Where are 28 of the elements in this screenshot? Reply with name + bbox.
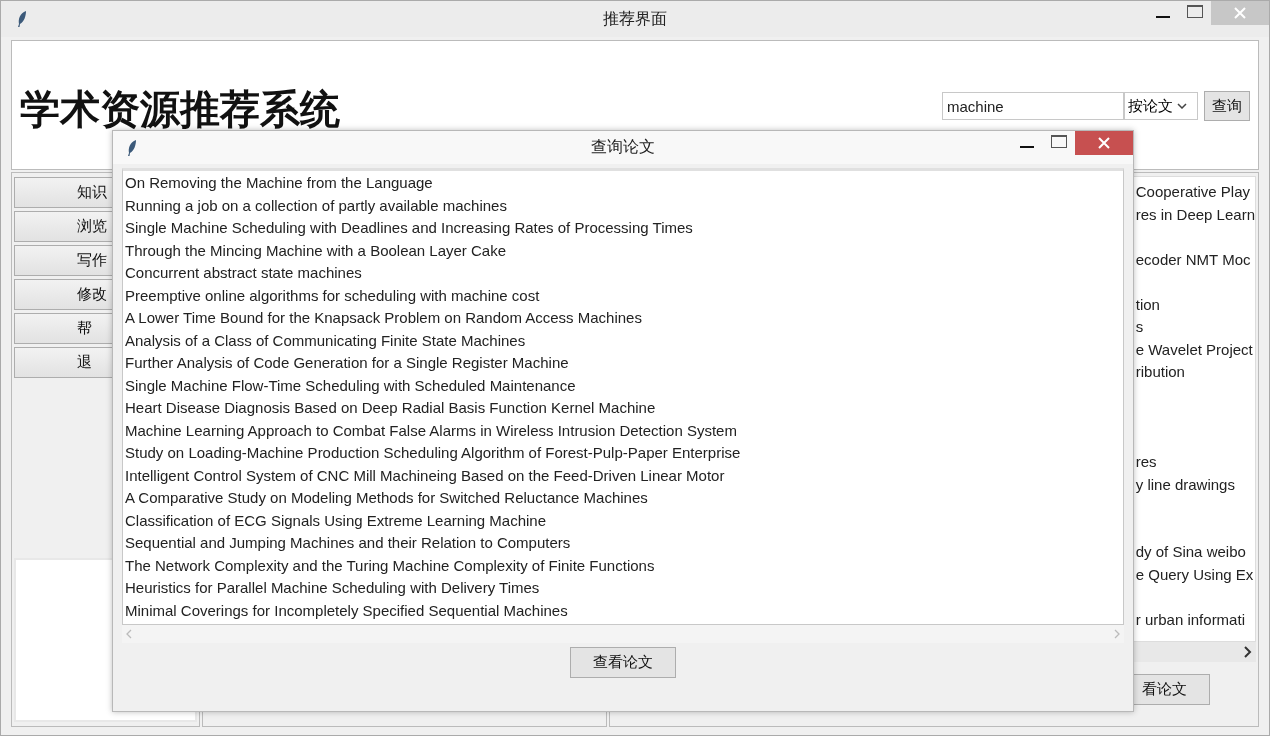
- list-item[interactable]: Intelligent Control System of CNC Mill Machineing Based on the Feed-Driven Linear Motor: [123, 464, 1123, 487]
- window-title: 推荐界面: [603, 8, 667, 29]
- list-item[interactable]: Classification of ECG Signals Using Extreme Learning Machine: [123, 509, 1123, 532]
- close-icon: [1098, 137, 1110, 149]
- list-item[interactable]: Minimal Coverings for Incompletely Specified Sequential Machines: [123, 599, 1123, 622]
- search-field[interactable]: machine: [942, 92, 1124, 120]
- list-item[interactable]: The Network Complexity and the Turing Machine Complexity of Finite Functions: [123, 554, 1123, 577]
- minimize-icon: [1156, 16, 1170, 18]
- list-item[interactable]: Heuristics for Parallel Machine Scheduling with Delivery Times: [123, 577, 1123, 600]
- close-icon: [1234, 7, 1246, 19]
- dialog-title: 查询论文: [591, 137, 655, 157]
- close-button[interactable]: [1075, 131, 1133, 155]
- list-item[interactable]: Machine Learning Approach to Combat False Alarms in Wireless Intrusion Detection System: [123, 419, 1123, 442]
- maximize-icon: [1187, 5, 1203, 19]
- chevron-down-icon: [1177, 103, 1187, 109]
- list-item[interactable]: Sequential and Jumping Machines and their Relation to Computers: [123, 532, 1123, 555]
- maximize-icon: [1051, 135, 1067, 149]
- minimize-icon: [1020, 146, 1034, 148]
- search-mode-dropdown[interactable]: 按论文: [1124, 92, 1198, 120]
- search-button[interactable]: 查询: [1204, 91, 1250, 121]
- list-item[interactable]: Study on Loading-Machine Production Scheduling Algorithm of Forest-Pulp-Paper Enterprise: [123, 442, 1123, 465]
- view-paper-button[interactable]: 查看论文: [570, 647, 676, 678]
- list-item[interactable]: Heart Disease Diagnosis Based on Deep Radial Basis Function Kernel Machine: [123, 397, 1123, 420]
- feather-icon: [127, 138, 137, 157]
- chevron-right-icon[interactable]: [1244, 646, 1252, 658]
- feather-icon: [17, 10, 27, 28]
- app-title: 学术资源推荐系统: [20, 84, 340, 134]
- list-item[interactable]: A Comparative Study on Modeling Methods for Switched Reluctance Machines: [123, 487, 1123, 510]
